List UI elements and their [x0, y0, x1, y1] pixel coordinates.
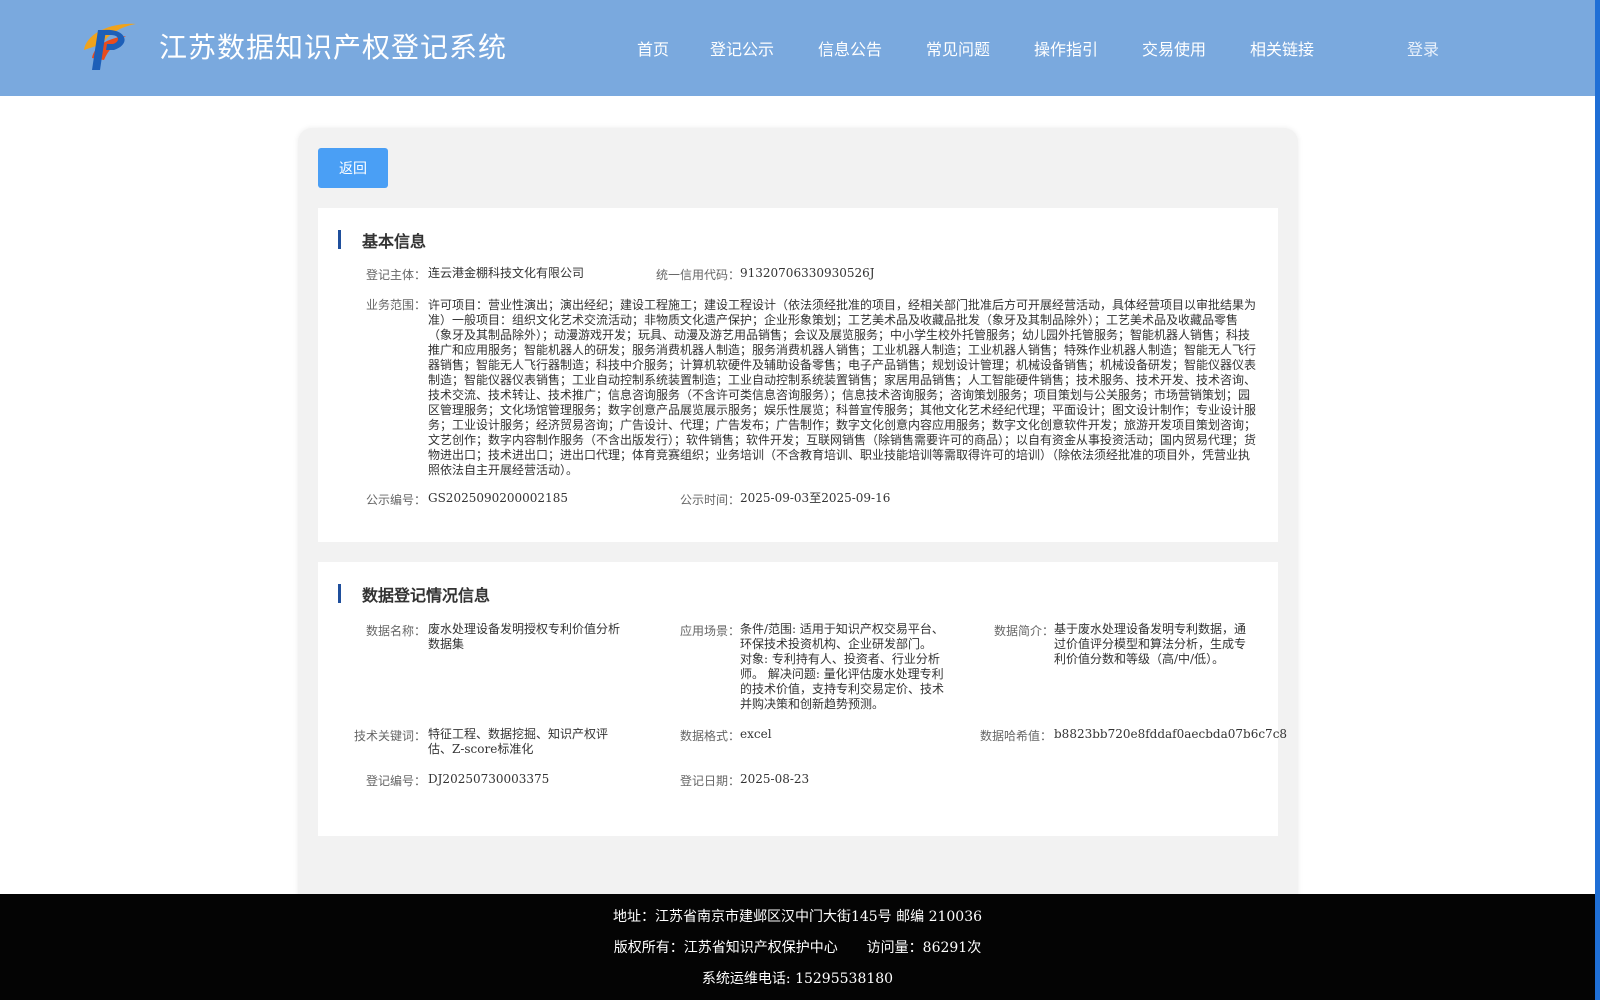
- detail-card: 返回 基本信息 登记主体： 连云港金棚科技文化有限公司 统一信用代码： 9132…: [298, 128, 1298, 908]
- format-value: excel: [740, 727, 772, 741]
- basic-info-panel: 基本信息 登记主体： 连云港金棚科技文化有限公司 统一信用代码： 9132070…: [318, 208, 1278, 542]
- subject-value: 连云港金棚科技文化有限公司: [428, 266, 585, 280]
- nav-item-registration-public[interactable]: 登记公示: [710, 36, 774, 60]
- intro-label: 数据简介：: [994, 624, 1055, 638]
- login-link[interactable]: 登录: [1407, 36, 1439, 60]
- data-name-label: 数据名称：: [366, 624, 427, 638]
- keywords-label: 技术关键词：: [354, 729, 427, 743]
- footer-address: 地址：江苏省南京市建邺区汉中门大街145号 邮编 210036: [612, 909, 983, 925]
- credit-code-value: 91320706330930526J: [740, 266, 875, 280]
- site-header: 江苏数据知识产权登记系统 首页 登记公示 信息公告 常见问题 操作指引 交易使用…: [0, 0, 1595, 96]
- footer-copyright-line: 版权所有：江苏省知识产权保护中心 访问量：86291次: [0, 937, 1595, 957]
- site-footer: 地址：江苏省南京市建邺区汉中门大街145号 邮编 210036 版权所有：江苏省…: [0, 894, 1595, 1000]
- section-marker: [338, 230, 341, 249]
- reg-date-value: 2025-08-23: [740, 772, 810, 786]
- reg-date-label: 登记日期：: [680, 774, 741, 788]
- pub-time-label: 公示时间：: [680, 493, 741, 507]
- pub-no-value: GS2025090200002185: [428, 491, 568, 505]
- footer-phone: 系统运维电话: 15295538180: [701, 971, 894, 987]
- hash-label: 数据哈希值：: [980, 729, 1053, 743]
- section-marker: [338, 584, 341, 603]
- nav-item-guide[interactable]: 操作指引: [1034, 36, 1098, 60]
- scope-value: 许可项目：营业性演出；演出经纪；建设工程施工；建设工程设计（依法须经批准的项目，…: [428, 298, 1257, 477]
- data-registration-title: 数据登记情况信息: [362, 586, 491, 605]
- site-title: 江苏数据知识产权登记系统: [159, 31, 508, 64]
- nav-item-related-links[interactable]: 相关链接: [1250, 36, 1314, 60]
- credit-code-label: 统一信用代码：: [656, 268, 741, 282]
- pub-time-value: 2025-09-03至2025-09-16: [740, 491, 891, 505]
- data-name-value: 废水处理设备发明授权专利价值分析数据集: [428, 622, 621, 651]
- nav-item-announcements[interactable]: 信息公告: [818, 36, 882, 60]
- reg-no-label: 登记编号：: [366, 774, 427, 788]
- back-button[interactable]: 返回: [318, 148, 388, 188]
- basic-info-title: 基本信息: [362, 232, 427, 251]
- page-right-edge: [1595, 0, 1600, 1000]
- pub-no-label: 公示编号：: [366, 493, 427, 507]
- data-registration-panel: 数据登记情况信息 数据名称： 废水处理设备发明授权专利价值分析数据集 应用场景：…: [318, 562, 1287, 836]
- scope-label: 业务范围：: [366, 298, 427, 312]
- scenario-value: 条件/范围: 适用于知识产权交易平台、环保技术投资机构、企业研发部门。 对象: …: [740, 622, 945, 711]
- scenario-label: 应用场景：: [680, 624, 741, 638]
- format-label: 数据格式：: [680, 729, 741, 743]
- intro-value: 基于废水处理设备发明专利数据，通过价值评分模型和算法分析，生成专利价值分数和等级…: [1054, 622, 1247, 666]
- footer-visits: 访问量：86291次: [866, 940, 982, 956]
- reg-no-value: DJ20250730003375: [428, 772, 550, 786]
- subject-label: 登记主体：: [366, 268, 427, 282]
- hash-value: b8823bb720e8fddaf0aecbda07b6c7c8: [1054, 727, 1288, 741]
- keywords-value: 特征工程、数据挖掘、知识产权评估、Z-score标准化: [428, 727, 609, 756]
- logo-icon[interactable]: [80, 20, 140, 72]
- footer-copyright: 版权所有：江苏省知识产权保护中心: [613, 940, 838, 956]
- nav-item-home[interactable]: 首页: [637, 36, 669, 60]
- nav-item-trade-usage[interactable]: 交易使用: [1142, 36, 1206, 60]
- nav-item-faq[interactable]: 常见问题: [926, 36, 990, 60]
